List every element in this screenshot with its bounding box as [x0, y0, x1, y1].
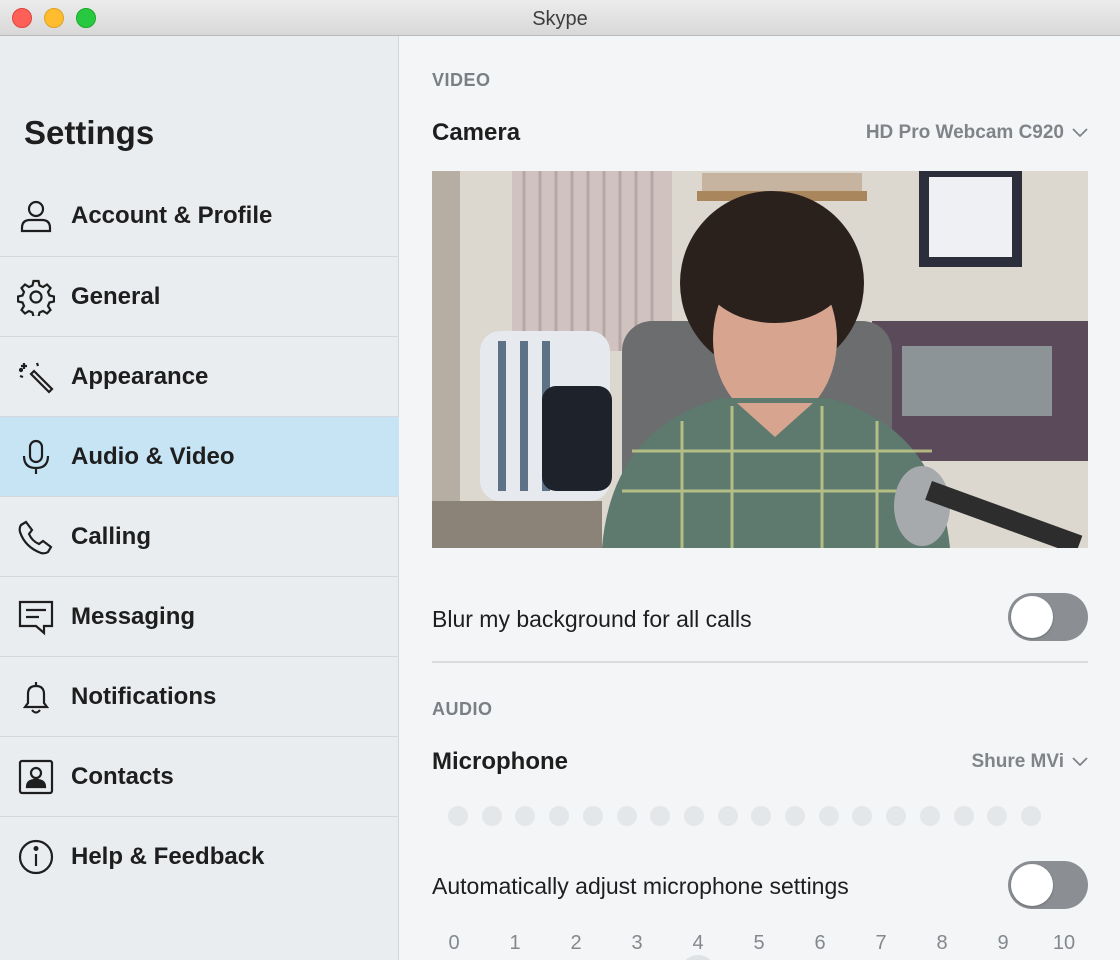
camera-preview	[432, 171, 1088, 548]
sidebar: Settings Account & Profile General Appea…	[0, 36, 399, 960]
meter-dot	[852, 806, 873, 826]
meter-dot	[987, 806, 1008, 826]
meter-dot	[650, 806, 671, 826]
volume-scale-label: 1	[509, 932, 521, 954]
microphone-label: Microphone	[432, 748, 568, 775]
sidebar-item-contacts[interactable]: Contacts	[0, 736, 399, 816]
microphone-volume-scale: 0 1 2 3 4 5 6 7 8 9 10	[442, 932, 1082, 960]
gear-icon	[16, 278, 56, 319]
sidebar-item-audio-video[interactable]: Audio & Video	[0, 416, 399, 496]
microphone-icon	[17, 438, 55, 476]
video-section-label: VIDEO	[432, 70, 491, 90]
person-icon	[17, 197, 55, 235]
sidebar-item-messaging[interactable]: Messaging	[0, 576, 399, 656]
sidebar-item-label: Account & Profile	[71, 202, 273, 229]
volume-scale-label: 5	[753, 932, 765, 954]
volume-scale-label: 7	[875, 932, 887, 954]
sidebar-item-label: Contacts	[71, 762, 174, 790]
sidebar-item-label: General	[71, 282, 161, 310]
meter-dot	[549, 806, 570, 826]
audio-section-label: AUDIO	[432, 699, 493, 719]
settings-title: Settings	[24, 114, 155, 151]
sidebar-item-label: Notifications	[71, 682, 217, 710]
sidebar-item-label: Help & Feedback	[71, 842, 265, 870]
sidebar-item-label: Messaging	[71, 602, 196, 630]
camera-device-name: HD Pro Webcam C920	[865, 122, 1064, 143]
toggle-knob	[1011, 864, 1053, 906]
microphone-device-name: Shure MVi	[971, 751, 1064, 772]
meter-dot	[953, 806, 974, 826]
chevron-down-icon	[1072, 757, 1088, 767]
sidebar-item-general[interactable]: General	[0, 256, 399, 336]
volume-scale-label: 2	[570, 932, 582, 954]
section-divider	[432, 661, 1088, 663]
volume-scale-label: 9	[997, 932, 1009, 954]
window-title: Skype	[532, 8, 588, 30]
microphone-level-meter	[448, 806, 1080, 826]
meter-dot	[886, 806, 907, 826]
sidebar-item-account-profile[interactable]: Account & Profile	[0, 176, 399, 256]
info-icon	[17, 838, 55, 876]
meter-dot	[818, 806, 839, 826]
camera-label: Camera	[432, 119, 521, 146]
toggle-knob	[1011, 596, 1053, 638]
phone-icon	[17, 518, 55, 556]
title-bar: Skype	[0, 0, 1120, 36]
sidebar-item-label: Calling	[71, 522, 152, 550]
settings-nav: Account & Profile General Appearance Aud…	[0, 176, 399, 896]
blur-background-label: Blur my background for all calls	[432, 606, 752, 632]
volume-scale-label: 6	[814, 932, 826, 954]
meter-dot	[683, 806, 704, 826]
meter-dot	[582, 806, 603, 826]
meter-dot	[717, 806, 738, 826]
volume-scale-label: 8	[936, 932, 948, 954]
volume-scale-label: 0	[448, 932, 460, 954]
chevron-down-icon	[1072, 128, 1088, 138]
auto-adjust-mic-label: Automatically adjust microphone settings	[432, 873, 849, 899]
audio-video-settings: VIDEO Camera HD Pro Webcam C920 Blur my …	[400, 36, 1120, 960]
volume-scale-label: 10	[1052, 932, 1076, 954]
sidebar-item-appearance[interactable]: Appearance	[0, 336, 399, 416]
auto-adjust-mic-toggle[interactable]	[1008, 861, 1088, 909]
contact-card-icon	[17, 758, 55, 796]
sidebar-item-calling[interactable]: Calling	[0, 496, 399, 576]
volume-scale-label: 3	[631, 932, 643, 954]
meter-dot	[785, 806, 805, 826]
microphone-select[interactable]: Shure MVi	[971, 751, 1088, 773]
meter-dot	[919, 806, 940, 826]
sidebar-item-notifications[interactable]: Notifications	[0, 656, 399, 736]
camera-select[interactable]: HD Pro Webcam C920	[866, 122, 1088, 144]
magic-wand-icon	[17, 358, 55, 396]
volume-scale-label: 4	[692, 932, 704, 954]
meter-dot	[616, 806, 637, 826]
meter-dot	[1020, 806, 1041, 826]
bell-icon	[17, 678, 55, 716]
meter-dot	[448, 806, 468, 826]
meter-dot	[515, 806, 536, 826]
blur-background-toggle[interactable]	[1008, 593, 1088, 641]
sidebar-item-label: Appearance	[71, 362, 209, 390]
message-icon	[17, 598, 55, 636]
meter-dot	[481, 806, 502, 826]
sidebar-item-label: Audio & Video	[71, 442, 235, 470]
meter-dot	[751, 806, 772, 826]
sidebar-item-help-feedback[interactable]: Help & Feedback	[0, 816, 399, 896]
